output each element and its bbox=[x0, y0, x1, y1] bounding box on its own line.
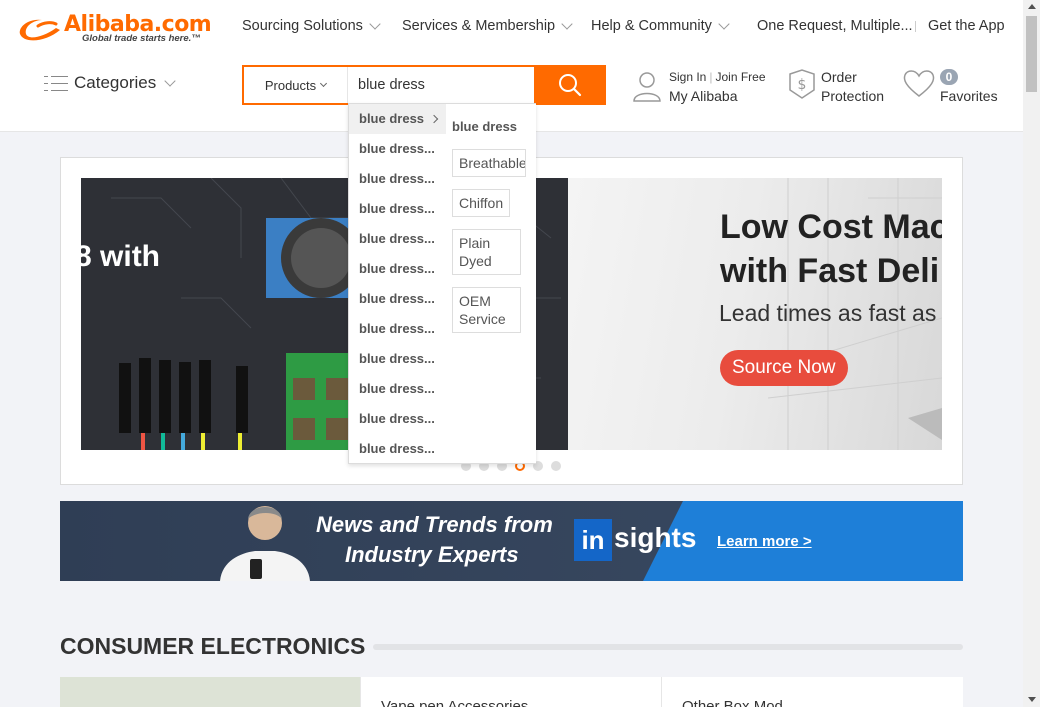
chevron-down-icon bbox=[320, 79, 328, 88]
refine-chip[interactable]: OEM Service bbox=[452, 287, 521, 333]
search-icon bbox=[559, 74, 582, 97]
refine-panel-title: blue dress bbox=[452, 119, 518, 134]
suggestion-item[interactable]: blue dress... bbox=[349, 134, 442, 164]
favorites-count-badge: 0 bbox=[940, 69, 958, 85]
account-divider: | bbox=[709, 70, 713, 84]
presenter-photo bbox=[220, 506, 310, 581]
order-protection-line2: Protection bbox=[821, 88, 885, 104]
nav-divider bbox=[915, 21, 916, 32]
account-links: Sign In | Join Free bbox=[669, 70, 766, 84]
suggestion-refine-panel: blue dress Breathable Chiffon Plain Dyed… bbox=[446, 104, 536, 463]
scroll-down-arrow-icon[interactable] bbox=[1028, 697, 1036, 702]
search-suggestions-dropdown: blue dress blue dress... blue dress... b… bbox=[348, 103, 536, 464]
suggestion-item[interactable]: blue dress... bbox=[349, 404, 442, 434]
learn-more-link[interactable]: Learn more > bbox=[717, 533, 812, 550]
suggestion-item[interactable]: blue dress... bbox=[349, 284, 442, 314]
insights-headline-line2: Industry Experts bbox=[345, 542, 519, 567]
nav-sourcing-solutions-label: Sourcing Solutions bbox=[242, 18, 363, 34]
my-alibaba-link[interactable]: My Alibaba bbox=[669, 88, 737, 104]
refine-chip[interactable]: Chiffon bbox=[452, 189, 511, 217]
svg-text:$: $ bbox=[798, 77, 807, 93]
search-bar: Products bbox=[242, 65, 606, 105]
section-title: CONSUMER ELECTRONICS bbox=[60, 633, 366, 659]
suggestion-item[interactable]: blue dress... bbox=[349, 254, 442, 284]
suggestion-item[interactable]: blue dress... bbox=[349, 344, 442, 374]
shield-dollar-icon: $ bbox=[789, 69, 815, 99]
categories-menu[interactable]: Categories bbox=[44, 73, 176, 93]
promo-slide[interactable]: Low Cost Mac with Fast Deli Lead times a… bbox=[568, 178, 942, 450]
chevron-down-icon bbox=[164, 75, 176, 87]
scroll-up-arrow-icon[interactable] bbox=[1028, 4, 1036, 9]
user-icon[interactable] bbox=[632, 70, 662, 102]
promo-subtitle: Lead times as fast as 7 bbox=[719, 300, 942, 326]
insights-headline-line1: News and Trends from bbox=[316, 512, 553, 537]
nav-one-request[interactable]: One Request, Multiple... bbox=[757, 18, 913, 34]
search-input[interactable] bbox=[358, 67, 534, 103]
refine-chip[interactable]: Plain Dyed bbox=[452, 229, 521, 275]
product-name: Vape pen Accessories bbox=[381, 698, 529, 707]
join-free-link[interactable]: Join Free bbox=[715, 70, 765, 84]
sign-in-link[interactable]: Sign In bbox=[669, 70, 706, 84]
nav-services-membership[interactable]: Services & Membership bbox=[402, 18, 573, 34]
suggestion-item[interactable]: blue dress... bbox=[349, 434, 442, 464]
heart-icon bbox=[903, 70, 935, 97]
chevron-right-icon bbox=[429, 114, 439, 124]
scrollbar-thumb[interactable] bbox=[1026, 16, 1037, 92]
suggestion-text: blue dress bbox=[359, 111, 425, 126]
promo-title-line2: with Fast Deli bbox=[720, 252, 940, 290]
refine-chip[interactable]: Breathable bbox=[452, 149, 526, 177]
favorites-label: Favorites bbox=[940, 88, 998, 104]
banner-left-caption: 8 with bbox=[81, 240, 161, 273]
section-divider bbox=[373, 644, 963, 650]
insights-logo-in: in bbox=[574, 519, 612, 561]
nav-get-the-app-label: Get the App bbox=[928, 18, 1005, 34]
source-now-button[interactable]: Source Now bbox=[720, 350, 848, 386]
page-scrollbar[interactable] bbox=[1023, 0, 1040, 707]
nav-services-membership-label: Services & Membership bbox=[402, 18, 556, 34]
suggestion-item[interactable]: blue dress... bbox=[349, 374, 442, 404]
search-category-label: Products bbox=[264, 77, 317, 93]
suggestion-item[interactable]: blue dress... bbox=[349, 164, 442, 194]
product-row: Vape pen Accessories Other Box Mod bbox=[60, 677, 963, 707]
alibaba-logo[interactable]: Alibaba.com Global trade starts here.™ bbox=[16, 12, 212, 48]
alibaba-logo-mark-icon bbox=[19, 19, 60, 41]
product-card[interactable]: Vape pen Accessories bbox=[360, 677, 661, 707]
product-card[interactable]: Other Box Mod bbox=[661, 677, 963, 707]
menu-list-icon bbox=[44, 75, 68, 92]
suggestion-item[interactable]: blue dress bbox=[349, 104, 446, 134]
insights-banner[interactable]: News and Trends from Industry Experts in… bbox=[60, 501, 963, 581]
suggestion-item[interactable]: blue dress... bbox=[349, 224, 442, 254]
suggestion-item[interactable]: blue dress... bbox=[349, 314, 442, 344]
product-name: Other Box Mod bbox=[682, 698, 783, 707]
nav-sourcing-solutions[interactable]: Sourcing Solutions bbox=[242, 18, 381, 34]
chevron-down-icon bbox=[561, 18, 573, 30]
order-protection-line1: Order bbox=[821, 69, 857, 85]
carousel-dot[interactable] bbox=[551, 461, 561, 471]
chevron-down-icon bbox=[718, 18, 730, 30]
category-image[interactable] bbox=[60, 677, 360, 707]
logo-tagline: Global trade starts here.™ bbox=[82, 33, 201, 44]
nav-one-request-label: One Request, Multiple... bbox=[757, 18, 913, 34]
nav-help-community[interactable]: Help & Community bbox=[591, 18, 730, 34]
categories-label: Categories bbox=[74, 73, 157, 92]
suggestion-item[interactable]: blue dress... bbox=[349, 194, 442, 224]
search-button[interactable] bbox=[534, 65, 606, 105]
promo-title-line1: Low Cost Mac bbox=[720, 208, 942, 246]
suggestion-list: blue dress blue dress... blue dress... b… bbox=[349, 104, 446, 464]
chevron-down-icon bbox=[369, 18, 381, 30]
nav-get-the-app[interactable]: Get the App bbox=[928, 18, 1005, 34]
search-category-select[interactable]: Products bbox=[244, 67, 348, 103]
nav-help-community-label: Help & Community bbox=[591, 18, 712, 34]
insights-logo-rest: sights bbox=[614, 522, 697, 553]
